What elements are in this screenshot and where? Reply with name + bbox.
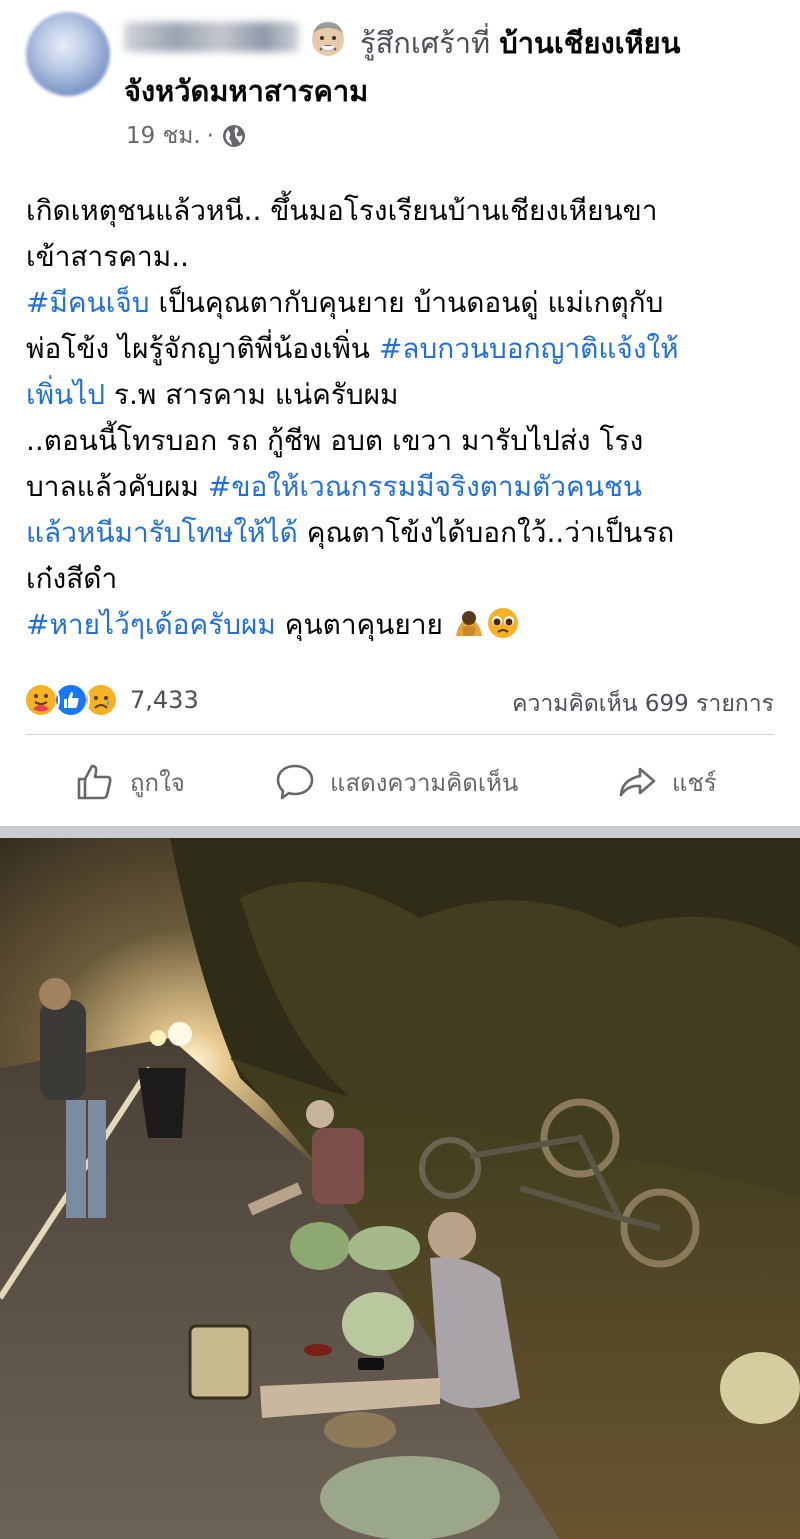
share-arrow-icon xyxy=(619,767,656,797)
post-text-segment: เข้าสารคาม.. xyxy=(26,240,189,273)
section-gap xyxy=(0,826,800,838)
location-link-continued[interactable]: จังหวัดมหาสารคาม xyxy=(124,68,368,114)
comment-button[interactable]: แสดงความคิดเห็น xyxy=(274,752,518,812)
post-text-segment: คุณตาโข้งได้บอกใว้..ว่าเป็นรถ xyxy=(297,516,675,549)
comment-label: แสดงความคิดเห็น xyxy=(330,768,519,797)
post-text-line: เก๋งสีดำ xyxy=(26,556,786,602)
post-text-line: พ่อโข้ง ไผรู้จักญาติพี่น้องเพิ่น #ลบกวนบ… xyxy=(26,326,786,372)
reaction-count: 7,433 xyxy=(130,686,199,714)
post-header: รู้สึกเศร้าที่ บ้านเชียงเหียน จังหวัดมหา… xyxy=(0,0,800,160)
post-text-line: #มีคนเจ็บ เป็นคุณตากับคุนยาย บ้านดอนดู่ … xyxy=(26,280,786,326)
action-bar: ถูกใจ แสดงความคิดเห็น แชร์ xyxy=(0,752,800,812)
post-text-segment: ร.พ สารคาม แน่ครับผม xyxy=(105,378,399,411)
bowing-person-icon xyxy=(455,611,482,636)
post-text-segment: คุนตาคุนยาย xyxy=(275,608,452,641)
post-text-segment: บาลแล้วคับผม xyxy=(26,470,208,503)
author-avatar[interactable] xyxy=(26,12,110,96)
share-label: แชร์ xyxy=(672,768,717,797)
post-photo[interactable] xyxy=(0,838,800,1539)
care-icon xyxy=(22,681,60,719)
post-text-line: ..ตอนนี้โทรบอก รถ กู้ชีพ อบต เขวา มารับไ… xyxy=(26,418,786,464)
like-label: ถูกใจ xyxy=(130,768,185,797)
divider xyxy=(26,734,774,735)
post-text-segment: ..ตอนนี้โทรบอก รถ กู้ชีพ อบต เขวา มารับไ… xyxy=(26,424,644,457)
post-text-segment: เก๋งสีดำ xyxy=(26,562,118,595)
post-text-line: เกิดเหตุชนแล้วหนี.. ขึ้นมอโรงเรียนบ้านเช… xyxy=(26,188,786,234)
post-text: เกิดเหตุชนแล้วหนี.. ขึ้นมอโรงเรียนบ้านเช… xyxy=(26,188,786,648)
pleading-face-icon xyxy=(487,608,518,638)
comment-bubble-icon xyxy=(276,764,314,800)
post-text-segment: เป็นคุณตากับคุนยาย บ้านดอนดู่ แม่เกตุกับ xyxy=(149,286,664,319)
feeling-location-line: รู้สึกเศร้าที่ บ้านเชียงเหียน xyxy=(360,20,680,66)
reactions-summary[interactable]: 7,433 xyxy=(22,680,199,720)
hashtag-link[interactable]: #หายไว้ๆเด้อครับผม xyxy=(26,608,276,641)
comments-count[interactable]: ความคิดเห็น 699 รายการ xyxy=(512,686,774,722)
hashtag-link[interactable]: เพิ่นไป xyxy=(26,378,105,411)
sad-face-icon xyxy=(312,22,344,56)
post-text-segment: พ่อโข้ง ไผรู้จักญาติพี่น้องเพิ่น xyxy=(26,332,379,365)
location-link[interactable]: บ้านเชียงเหียน xyxy=(499,26,680,60)
post-meta: 19 ชม. · xyxy=(126,118,246,154)
feeling-text: รู้สึกเศร้าที่ xyxy=(360,26,491,60)
hashtag-link[interactable]: #มีคนเจ็บ xyxy=(26,286,150,319)
accident-scene-photo xyxy=(0,838,800,1539)
facebook-post: รู้สึกเศร้าที่ บ้านเชียงเหียน จังหวัดมหา… xyxy=(0,0,800,1539)
globe-icon[interactable] xyxy=(222,124,246,148)
post-text-line: บาลแล้วคับผม #ขอให้เวณกรรมมีจริงตามตัวคน… xyxy=(26,464,786,510)
like-button[interactable]: ถูกใจ xyxy=(74,752,185,812)
meta-separator: · xyxy=(206,123,214,149)
post-text-line: #หายไว้ๆเด้อครับผม คุนตาคุนยาย xyxy=(26,602,786,648)
hashtag-link[interactable]: #ขอให้เวณกรรมมีจริงตามตัวคนชน xyxy=(208,470,642,503)
thumbs-up-icon xyxy=(77,764,112,800)
hashtag-link[interactable]: แล้วหนีมารับโทษให้ได้ xyxy=(26,516,298,549)
post-text-line: เพิ่นไป ร.พ สารคาม แน่ครับผม xyxy=(26,372,786,418)
hashtag-link[interactable]: #ลบกวนบอกญาติแจ้งให้ xyxy=(379,332,679,365)
author-name-blurred[interactable] xyxy=(124,22,299,52)
post-text-line: เข้าสารคาม.. xyxy=(26,234,786,280)
post-text-segment: เกิดเหตุชนแล้วหนี.. ขึ้นมอโรงเรียนบ้านเช… xyxy=(26,194,658,227)
post-text-line: แล้วหนีมารับโทษให้ได้ คุณตาโข้งได้บอกใว้… xyxy=(26,510,786,556)
share-button[interactable]: แชร์ xyxy=(616,752,717,812)
post-timestamp[interactable]: 19 ชม. xyxy=(126,118,201,154)
